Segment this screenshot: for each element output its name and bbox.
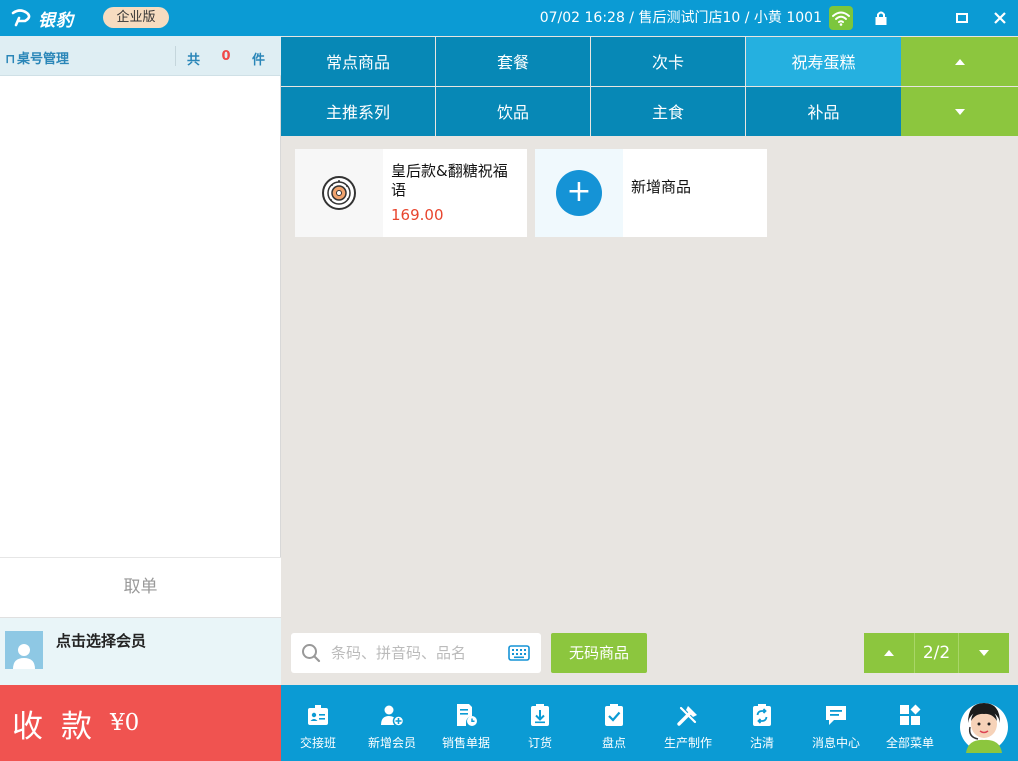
category-tab-主推系列[interactable]: 主推系列 <box>281 87 435 136</box>
product-price: 169.00 <box>391 206 444 224</box>
assistant-icon <box>960 703 1008 753</box>
message-center-button[interactable]: 消息中心 <box>799 685 873 761</box>
category-scroll-down-button[interactable] <box>901 87 1018 136</box>
product-name: 皇后款&翻糖祝福语 <box>391 162 508 199</box>
next-page-button[interactable] <box>959 633 1009 673</box>
edition-badge: 企业版 <box>103 7 169 28</box>
product-card[interactable]: 皇后款&翻糖祝福语 169.00 <box>295 149 527 237</box>
toolbar-label: 消息中心 <box>811 736 860 750</box>
category-tab-饮品[interactable]: 饮品 <box>436 87 590 136</box>
maximize-icon <box>956 13 968 23</box>
all-menu-icon <box>900 704 921 725</box>
add-product-image: + <box>535 149 623 237</box>
category-tab-次卡[interactable]: 次卡 <box>591 37 745 86</box>
product-image <box>295 149 383 237</box>
category-tab-主食[interactable]: 主食 <box>591 87 745 136</box>
caret-down-icon <box>954 108 965 115</box>
sales-record-button[interactable]: 销售单据 <box>429 685 503 761</box>
maximize-button[interactable] <box>942 0 982 36</box>
production-icon <box>677 706 697 726</box>
toolbar-label: 交接班 <box>299 736 336 750</box>
store-status: 07/02 16:28 / 售后测试门店10 / 小黄 1001 <box>539 10 822 26</box>
category-scroll-up-button[interactable] <box>901 37 1018 86</box>
lock-icon <box>875 11 887 25</box>
count-unit: 件 <box>251 53 265 68</box>
message-icon <box>826 706 846 725</box>
toolbar-label: 新增会员 <box>367 736 416 750</box>
keyboard-icon[interactable] <box>508 645 530 661</box>
all-menu-button[interactable]: 全部菜单 <box>873 685 947 761</box>
customer-service-avatar[interactable] <box>958 697 1010 753</box>
sold-out-button[interactable]: 沽清 <box>725 685 799 761</box>
inventory-check-icon <box>605 704 623 726</box>
order-panel: ⊓ 桌号管理 共 0 件 取单 点击选择会员 <box>0 36 281 685</box>
caret-up-icon <box>884 650 894 656</box>
order-goods-icon <box>531 704 549 726</box>
toolbar-label: 订货 <box>527 736 552 750</box>
count-prefix: 共 <box>187 53 201 68</box>
plus-icon: + <box>556 170 602 216</box>
product-pager: 2/2 <box>864 633 1009 673</box>
sold-out-icon <box>753 704 771 726</box>
category-tab-常点商品[interactable]: 常点商品 <box>281 37 435 86</box>
donut-icon <box>322 176 356 210</box>
page-indicator: 2/2 <box>914 633 959 673</box>
toolbar-label: 全部菜单 <box>885 736 934 750</box>
checkout-amount: ¥0 <box>110 710 140 736</box>
checkout-label: 收款 <box>12 708 110 745</box>
logo-mark-icon <box>11 9 31 27</box>
no-barcode-product-button[interactable]: 无码商品 <box>551 633 647 673</box>
table-management-button[interactable]: ⊓ 桌号管理 <box>5 48 69 67</box>
search-box <box>291 633 541 673</box>
table-title-label: 桌号管理 <box>17 52 70 67</box>
checkout-button[interactable]: 收款 ¥0 <box>0 685 281 761</box>
wifi-icon[interactable] <box>829 6 853 30</box>
cancel-order-button[interactable]: 取单 <box>0 557 281 617</box>
table-header: ⊓ 桌号管理 共 0 件 <box>0 36 281 76</box>
member-avatar-icon <box>5 631 43 669</box>
handover-icon <box>308 705 328 725</box>
sales-record-icon <box>457 704 477 726</box>
title-bar: 银豹 企业版 07/02 16:28 / 售后测试门店10 / 小黄 1001 <box>0 0 1018 36</box>
search-input[interactable] <box>331 641 501 665</box>
order-goods-button[interactable]: 订货 <box>503 685 577 761</box>
lock-button[interactable] <box>861 0 901 36</box>
table-icon: ⊓ <box>5 52 16 67</box>
category-tab-祝寿蛋糕[interactable]: 祝寿蛋糕 <box>746 37 901 86</box>
prev-page-button[interactable] <box>864 633 914 673</box>
add-member-button[interactable]: 新增会员 <box>355 685 429 761</box>
caret-up-icon <box>954 58 965 65</box>
search-icon <box>302 644 321 663</box>
app-logo: 银豹 <box>10 6 74 31</box>
toolbar-label: 销售单据 <box>441 736 490 750</box>
add-product-card[interactable]: + 新增商品 <box>535 149 767 237</box>
handover-button[interactable]: 交接班 <box>281 685 355 761</box>
add-member-icon <box>381 705 404 727</box>
divider <box>175 46 176 66</box>
close-button[interactable] <box>980 0 1018 36</box>
close-icon <box>994 12 1006 24</box>
category-tab-补品[interactable]: 补品 <box>746 87 901 136</box>
select-member-label: 点击选择会员 <box>56 632 147 650</box>
add-product-label: 新增商品 <box>631 178 692 196</box>
bottom-toolbar: 交接班 新增会员 销售单据 订货 盘点 生产制作 沽清 消息中心 全部菜单 <box>281 685 1018 761</box>
select-member-button[interactable]: 点击选择会员 <box>0 617 281 685</box>
inventory-check-button[interactable]: 盘点 <box>577 685 651 761</box>
caret-down-icon <box>979 650 989 656</box>
category-tab-套餐[interactable]: 套餐 <box>436 37 590 86</box>
item-count: 共 0 件 <box>187 49 265 68</box>
production-button[interactable]: 生产制作 <box>651 685 725 761</box>
toolbar-label: 生产制作 <box>663 736 712 750</box>
toolbar-label: 盘点 <box>601 736 626 750</box>
toolbar-label: 沽清 <box>749 736 774 750</box>
count-value: 0 <box>221 49 231 64</box>
logo-text: 银豹 <box>38 10 74 31</box>
